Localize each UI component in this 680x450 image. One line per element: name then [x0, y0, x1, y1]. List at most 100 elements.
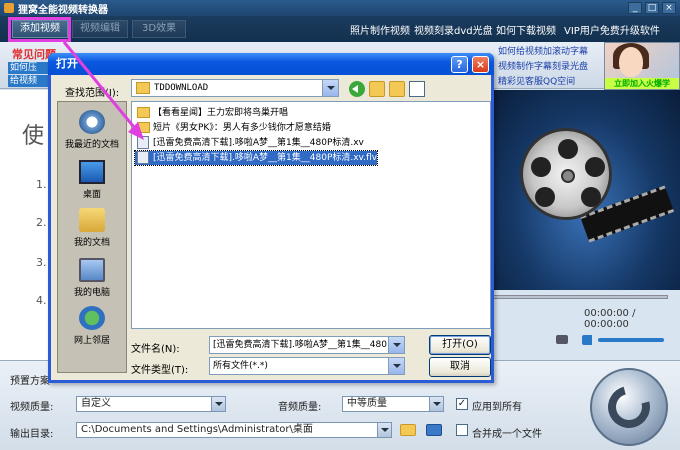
preset-label: 预置方案 [10, 376, 50, 387]
apply-all-checkbox[interactable]: ✓ [456, 398, 468, 410]
chevron-down-icon[interactable] [429, 397, 443, 411]
merge-checkbox[interactable] [456, 424, 468, 436]
dialog-close-icon[interactable]: × [472, 56, 489, 73]
list-item[interactable]: 短片《男女PK》：男人有多少钱你才愿意结婚 [135, 121, 331, 135]
highlight-box [8, 17, 71, 42]
ad-banner[interactable]: 立即加入火爆学 [604, 42, 680, 90]
folder-icon [137, 107, 150, 118]
help-icon[interactable]: ? [451, 56, 468, 73]
cancel-button[interactable]: 取消 [429, 357, 491, 377]
audio-quality-select[interactable]: 中等质量 [342, 396, 444, 412]
places-bar: 我最近的文档 桌面 我的文档 我的电脑 网上邻居 [57, 101, 127, 373]
chevron-down-icon[interactable] [322, 80, 338, 96]
camera-icon[interactable] [556, 335, 568, 344]
file-name: 【看看星闻】王力宏即将鸟巢开唱 [153, 108, 289, 118]
seek-bar[interactable] [492, 295, 668, 299]
video-preview [492, 90, 680, 290]
new-folder-icon[interactable] [389, 81, 405, 97]
open-file-dialog: 打开 ? × 查找范围(I): TDDOWNLOAD 我最近的文档 桌面 我的文… [48, 53, 494, 383]
place-computer[interactable]: 我的电脑 [58, 258, 126, 298]
place-recent[interactable]: 我最近的文档 [58, 110, 126, 150]
look-in-select[interactable]: TDDOWNLOAD [131, 79, 339, 97]
minimize-icon[interactable]: _ [628, 2, 642, 14]
link-photo-video[interactable]: 照片制作视频 [350, 22, 410, 37]
filename-input[interactable]: [迅雷免费高清下载].哆啦A梦__第1集__480 [209, 336, 405, 354]
list-item[interactable]: 【看看星闻】王力宏即将鸟巢开唱 [135, 106, 288, 120]
link-scroll-subtitle[interactable]: 如何给视频加滚动字幕 [498, 44, 588, 57]
open-button[interactable]: 打开(O) [429, 335, 491, 355]
file-name: 短片《男女PK》：男人有多少钱你才愿意结婚 [153, 123, 331, 133]
view-menu-icon[interactable] [409, 81, 425, 97]
place-desktop-label: 桌面 [82, 190, 101, 200]
convert-icon [600, 378, 658, 436]
audio-quality-label: 音频质量: [278, 402, 322, 413]
filetype-select[interactable]: 所有文件(*.*) [209, 357, 405, 375]
link-subtitle-burn[interactable]: 视频制作字幕刻录光盘 [498, 59, 588, 72]
close-icon[interactable]: × [662, 2, 676, 14]
up-folder-icon[interactable] [369, 81, 385, 97]
file-list[interactable]: 【看看星闻】王力宏即将鸟巢开唱 短片《男女PK》：男人有多少钱你才愿意结婚 [迅… [131, 101, 491, 329]
look-in-value: TDDOWNLOAD [154, 83, 209, 93]
film-reel-icon [520, 128, 612, 220]
place-desktop[interactable]: 桌面 [58, 160, 126, 200]
chevron-down-icon[interactable] [211, 397, 225, 411]
video-quality-select[interactable]: 自定义 [76, 396, 226, 412]
output-dir-select[interactable]: C:\Documents and Settings\Administrator\… [76, 422, 392, 438]
folder-icon [137, 122, 150, 133]
link-vip-upgrade[interactable]: VIP用户免费升级软件 [564, 22, 660, 37]
list-item-selected[interactable]: [迅雷免费高清下载].哆啦A梦__第1集__480P标清.xv.flv [133, 150, 379, 166]
time-display: 00:00:00 / 00:00:00 [584, 308, 636, 330]
link-download-video[interactable]: 如何下载视频 [496, 22, 556, 37]
link-qq-space[interactable]: 精彩见客服QQ空间 [498, 74, 575, 87]
side-item-2[interactable]: 给视频 [8, 75, 52, 87]
filename-label: 文件名(N): [131, 344, 180, 355]
recent-docs-icon [79, 110, 105, 134]
video-edit-button[interactable]: 视频编辑 [72, 20, 128, 38]
video-file-icon [137, 136, 149, 149]
place-network[interactable]: 网上邻居 [58, 306, 126, 346]
audio-quality-value: 中等质量 [347, 398, 387, 409]
volume-icon[interactable] [582, 335, 592, 345]
filetype-label: 文件类型(T): [131, 365, 189, 376]
dialog-title-bar: 打开 ? × [48, 53, 494, 75]
3d-effect-button[interactable]: 3D效果 [132, 20, 186, 38]
chevron-down-icon[interactable] [377, 423, 391, 437]
open-folder-icon[interactable] [426, 424, 442, 436]
look-in-label: 查找范围(I): [65, 88, 120, 99]
back-icon[interactable] [349, 81, 365, 97]
place-documents-label: 我的文档 [73, 238, 110, 248]
convert-button[interactable] [590, 368, 668, 446]
place-recent-label: 我最近的文档 [64, 140, 119, 150]
file-name: [迅雷免费高清下载].哆啦A梦__第1集__480P标清.xv.flv [153, 153, 378, 163]
ad-text: 立即加入火爆学 [605, 78, 679, 89]
network-icon [79, 306, 105, 330]
filetype-value: 所有文件(*.*) [213, 361, 268, 371]
merge-label: 合并成一个文件 [472, 429, 542, 440]
chevron-down-icon[interactable] [388, 337, 404, 353]
dialog-title: 打开 [56, 57, 78, 70]
volume-slider[interactable] [598, 338, 664, 342]
instructions-title: 使 [22, 124, 45, 149]
maximize-icon[interactable]: □ [645, 2, 659, 14]
filename-value: [迅雷免费高清下载].哆啦A梦__第1集__480 [213, 340, 387, 350]
place-documents[interactable]: 我的文档 [58, 208, 126, 248]
avatar-face [619, 47, 643, 77]
link-dvd-burn[interactable]: 视频刻录dvd光盘 [414, 22, 493, 37]
browse-folder-icon[interactable] [400, 424, 416, 436]
video-quality-value: 自定义 [81, 398, 111, 409]
place-computer-label: 我的电脑 [73, 288, 110, 298]
my-documents-icon [79, 208, 105, 232]
chevron-down-icon[interactable] [388, 358, 404, 374]
video-file-icon [137, 151, 149, 164]
app-title-bar: 狸窝全能视频转换器 _ □ × [0, 0, 680, 16]
file-name: [迅雷免费高清下载].哆啦A梦__第1集__480P标清.xv [153, 138, 364, 148]
my-computer-icon [79, 258, 105, 282]
list-item[interactable]: [迅雷免费高清下载].哆啦A梦__第1集__480P标清.xv [135, 136, 364, 150]
side-item-1[interactable]: 如何压 [8, 62, 52, 74]
output-dir-label: 输出目录: [10, 429, 54, 440]
video-quality-label: 视频质量: [10, 402, 54, 413]
desktop-icon [79, 160, 105, 184]
place-network-label: 网上邻居 [73, 336, 110, 346]
app-logo-icon [4, 3, 14, 13]
player-controls [556, 333, 666, 347]
